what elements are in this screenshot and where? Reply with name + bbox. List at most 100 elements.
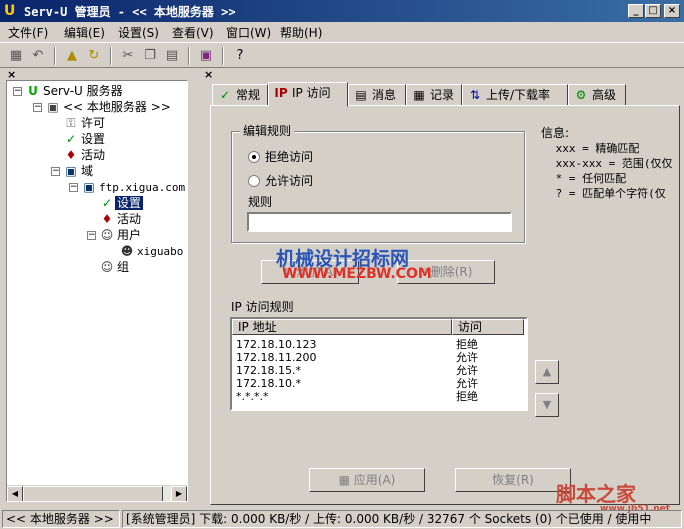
close-button[interactable]: × [664, 4, 680, 18]
table-row[interactable]: 172.18.15.* 允许 [232, 364, 526, 377]
status-stats: [系统管理员] 下载: 0.000 KB/秒 / 上传: 0.000 KB/秒 … [122, 510, 682, 528]
users-icon: ☺ [100, 228, 114, 242]
restore-button[interactable]: 恢复(R) [455, 468, 571, 492]
menu-settings[interactable]: 设置(S) [118, 24, 159, 41]
menu-help[interactable]: 帮助(H) [280, 24, 322, 41]
paste-icon[interactable]: ▤ [162, 46, 182, 66]
tree-node-activity[interactable]: ♦ 活动 [63, 147, 107, 163]
minimize-button[interactable]: _ [628, 4, 644, 18]
tree-node-users[interactable]: ☺ 用户 [99, 227, 143, 243]
settings-icon: ✓ [65, 132, 77, 146]
collapse-icon[interactable]: − [13, 87, 22, 96]
tab-general[interactable]: ✓ 常规 [212, 84, 268, 106]
ip-rules-list[interactable]: IP 地址 访问 172.18.10.123 拒绝 172.18.11.200 … [230, 317, 528, 411]
tree-node-user[interactable]: ☻ xiguabo [119, 243, 185, 259]
help-icon[interactable]: ? [230, 46, 250, 66]
book-icon[interactable]: ▣ [196, 46, 216, 66]
tree-node-groups[interactable]: ☺ 组 [99, 259, 131, 275]
info-line: * = 任何匹配 [549, 172, 627, 185]
column-header-ip[interactable]: IP 地址 [232, 319, 452, 335]
settings-icon: ✓ [101, 196, 113, 210]
refresh-icon[interactable]: ↻ [84, 46, 104, 66]
tab-ul-dl-ratio[interactable]: ⇅ 上传/下载率 [462, 84, 568, 106]
maximize-button[interactable]: □ [645, 4, 661, 18]
key-icon: ⚿ [66, 116, 76, 130]
collapse-icon[interactable]: − [33, 103, 42, 112]
tree-node-license[interactable]: ⚿ 许可 [63, 115, 107, 131]
log-icon: ▦ [413, 88, 425, 102]
collapse-icon[interactable]: − [51, 167, 60, 176]
tree-node-root[interactable]: U Serv-U 服务器 [25, 83, 125, 99]
tree-node-local-server[interactable]: ▣ << 本地服务器 >> [45, 99, 173, 115]
rule-input[interactable] [247, 212, 512, 232]
toolbar-separator [222, 47, 224, 65]
table-row[interactable]: 172.18.10.123 拒绝 [232, 338, 526, 351]
toolbar: ▦ ↶ ▲ ↻ ✂ ❐ ▤ ▣ ? [0, 42, 684, 68]
undo-icon[interactable]: ↶ [28, 46, 48, 66]
move-up-icon[interactable]: ▲ [535, 360, 559, 384]
menu-window[interactable]: 窗口(W) [226, 24, 271, 41]
info-title: 信息: [541, 126, 570, 140]
access-cell: 允许 [456, 377, 478, 390]
tab-logging[interactable]: ▦ 记录 [406, 84, 462, 106]
scroll-left-icon[interactable]: ◀ [7, 486, 23, 501]
folder-up-icon[interactable]: ▲ [62, 46, 82, 66]
ip-rules-title: IP 访问规则 [231, 300, 294, 314]
table-row[interactable]: 172.18.10.* 允许 [232, 377, 526, 390]
save-icon: ▦ [338, 473, 354, 487]
access-cell: 允许 [456, 351, 478, 364]
ip-cell: 172.18.11.200 [236, 351, 317, 364]
scroll-right-icon[interactable]: ▶ [171, 486, 187, 501]
deny-radio[interactable]: 拒绝访问 [248, 150, 313, 164]
column-header-access[interactable]: 访问 [452, 319, 524, 335]
save-icon[interactable]: ▦ [6, 46, 26, 66]
ip-cell: 172.18.15.* [236, 364, 301, 377]
serv-u-icon: U [28, 84, 38, 98]
menu-file[interactable]: 文件(F) [8, 24, 48, 41]
collapse-icon[interactable]: − [87, 231, 96, 240]
menu-edit[interactable]: 编辑(E) [64, 24, 105, 41]
user-icon: ☻ [120, 244, 134, 258]
title-bar[interactable]: U Serv-U 管理员 - << 本地服务器 >> _ □ × [0, 0, 684, 22]
radio-checked-icon [248, 151, 260, 163]
status-bar: << 本地服务器 >> [系统管理员] 下载: 0.000 KB/秒 / 上传:… [0, 509, 684, 529]
settings-pane: ✓ 常规 IP IP 访问 ▤ 消息 ▦ 记录 ⇅ 上传/下载率 ⚙ 高级 编辑规则 拒 [204, 80, 680, 508]
advanced-icon: ⚙ [575, 88, 587, 102]
ip-icon: IP [274, 86, 288, 100]
allow-radio[interactable]: 允许访问 [248, 174, 313, 188]
ratio-icon: ⇅ [469, 88, 481, 102]
message-icon: ▤ [355, 88, 367, 102]
domain-icon: ▣ [65, 164, 77, 178]
tree-horizontal-scrollbar[interactable]: ◀ ▶ [7, 485, 187, 501]
move-down-icon[interactable]: ▼ [535, 393, 559, 417]
edit-rule-group: 编辑规则 拒绝访问 允许访问 规则 [231, 124, 525, 243]
tree-node-domain[interactable]: ▣ ftp.xigua.com [81, 179, 187, 195]
ip-cell: 172.18.10.123 [236, 338, 317, 351]
tree-node-domains[interactable]: ▣ 域 [63, 163, 95, 179]
apply-button[interactable]: ▦ 应用(A) [309, 468, 425, 492]
tree-content: − U Serv-U 服务器 − ▣ << 本地服务器 >> ⚿ 许可 ✓ 设置 ♦ 活动… [7, 81, 187, 485]
tree-node-domain-settings[interactable]: ✓ 设置 [99, 195, 144, 211]
cut-icon[interactable]: ✂ [118, 46, 138, 66]
tree-node-settings[interactable]: ✓ 设置 [63, 131, 107, 147]
copy-icon[interactable]: ❐ [140, 46, 160, 66]
info-line: ? = 匹配单个字符(仅 [549, 187, 666, 200]
menu-view[interactable]: 查看(V) [172, 24, 214, 41]
server-tree: − U Serv-U 服务器 − ▣ << 本地服务器 >> ⚿ 许可 ✓ 设置 ♦ 活动… [6, 80, 188, 502]
serv-u-icon: U [4, 3, 16, 19]
tab-messages[interactable]: ▤ 消息 [348, 84, 406, 106]
table-row[interactable]: 172.18.11.200 允许 [232, 351, 526, 364]
collapse-icon[interactable]: − [69, 183, 78, 192]
scroll-thumb[interactable] [23, 486, 163, 501]
pane-splitter[interactable] [192, 68, 198, 508]
computer-icon: ▣ [83, 180, 95, 194]
settings-icon: ✓ [219, 88, 231, 102]
tab-strip: ✓ 常规 IP IP 访问 ▤ 消息 ▦ 记录 ⇅ 上传/下载率 ⚙ 高级 [212, 82, 682, 107]
table-row[interactable]: *.*.*.* 拒绝 [232, 390, 526, 403]
tab-ip-access[interactable]: IP IP 访问 [268, 82, 348, 107]
window-title: Serv-U 管理员 - << 本地服务器 >> [24, 5, 236, 19]
group-icon: ☺ [100, 260, 114, 274]
tree-node-domain-activity[interactable]: ♦ 活动 [99, 211, 143, 227]
tab-advanced[interactable]: ⚙ 高级 [568, 84, 626, 106]
activity-icon: ♦ [101, 212, 113, 226]
